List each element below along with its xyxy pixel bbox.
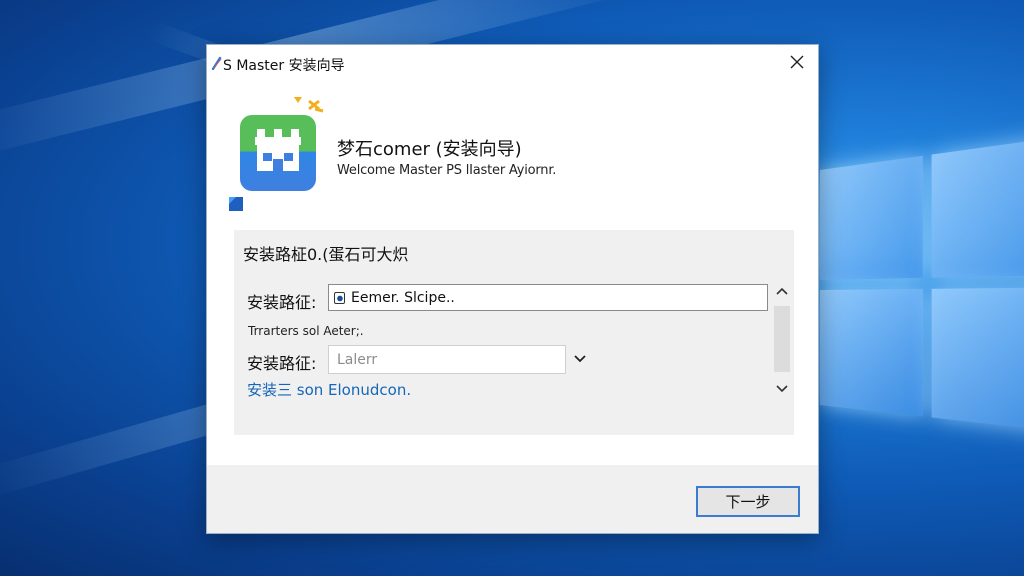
- cube-icon: [229, 197, 243, 211]
- next-button[interactable]: 下一步: [696, 486, 800, 517]
- scroll-up-button[interactable]: [772, 280, 792, 302]
- close-icon: [790, 55, 804, 69]
- windows-logo-pane: [931, 287, 1024, 433]
- install-type-placeholder: Lalerr: [337, 351, 378, 368]
- app-icon: [240, 115, 316, 191]
- install-type-dropdown[interactable]: Lalerr: [328, 345, 566, 374]
- wizard-heading: 梦石comer (安装向导): [337, 139, 522, 160]
- vertical-scrollbar[interactable]: [772, 280, 792, 395]
- window-title: S Master 安装向导: [223, 58, 345, 74]
- chevron-down-icon: [574, 355, 586, 363]
- install-options-panel: 安装路柾0.(蛋石可大炽 安装路征: Eemer. Slcipe.. Trrar…: [234, 230, 794, 435]
- close-button[interactable]: [786, 51, 808, 73]
- install-path-input[interactable]: Eemer. Slcipe..: [328, 284, 768, 311]
- chevron-up-icon: [776, 287, 788, 295]
- app-title-icon: [211, 56, 222, 70]
- install-type-label: 安装路征:: [247, 354, 317, 373]
- castle-icon: [255, 129, 301, 171]
- install-path-label: 安装路征:: [247, 293, 317, 312]
- wizard-subheading: Welcome Master PS lIaster Ayiornr.: [337, 163, 557, 178]
- windows-logo-pane: [820, 288, 923, 417]
- scrollbar-thumb[interactable]: [774, 306, 790, 372]
- file-icon: [334, 291, 345, 304]
- scroll-down-button[interactable]: [772, 378, 792, 400]
- setup-wizard-dialog: S Master 安装向导 梦石comer (安装向导) Welcome Mas…: [206, 44, 819, 534]
- sparkle-icon: [294, 97, 324, 113]
- options-link[interactable]: 安装三 son Elonudcon.: [247, 379, 411, 400]
- windows-logo-pane: [931, 135, 1024, 278]
- path-note: Trrarters sol Aeter;.: [248, 324, 364, 338]
- windows-logo-pane: [820, 155, 923, 280]
- title-bar: S Master 安装向导: [207, 45, 818, 81]
- chevron-down-icon: [776, 385, 788, 393]
- install-path-value: Eemer. Slcipe..: [351, 289, 455, 306]
- windows-logo: [820, 132, 1024, 468]
- dropdown-toggle[interactable]: [570, 346, 590, 372]
- panel-title: 安装路柾0.(蛋石可大炽: [243, 245, 409, 264]
